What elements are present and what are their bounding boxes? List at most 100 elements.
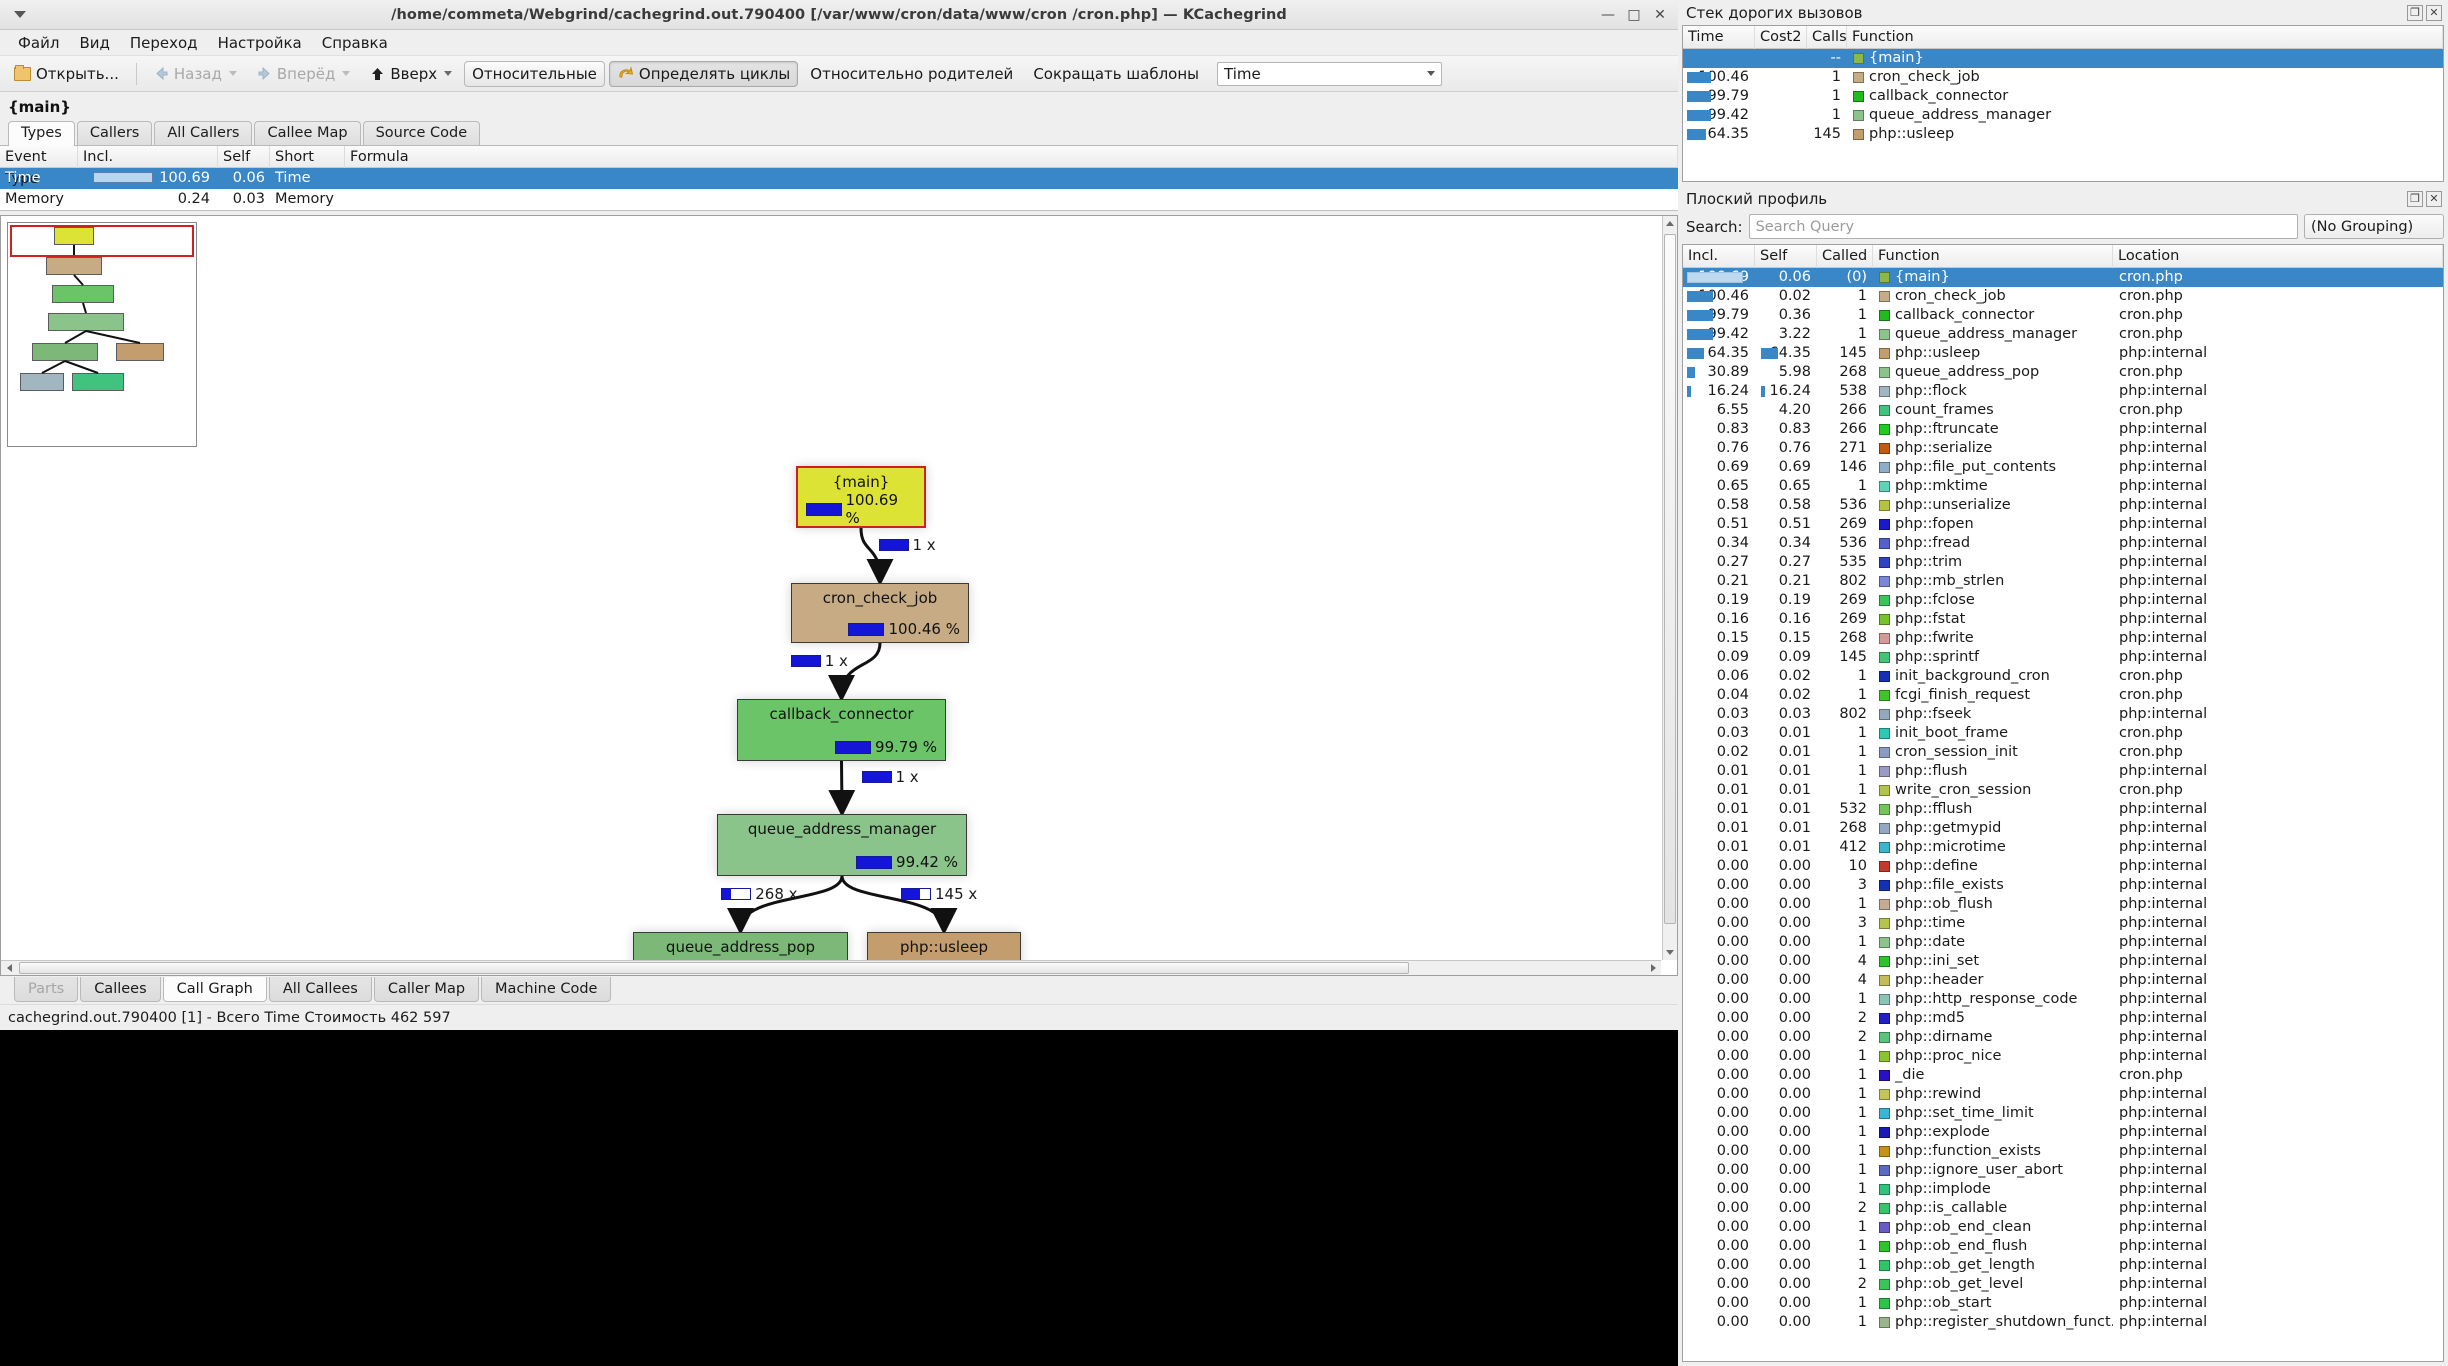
call-stack-row[interactable]: 99.79 1 callback_connector xyxy=(1683,87,2443,106)
horizontal-scroll-thumb[interactable] xyxy=(19,962,1409,974)
graph-overview-panel[interactable] xyxy=(7,222,197,447)
back-button[interactable]: Назад xyxy=(146,61,245,87)
flat-profile-row[interactable]: 0.16 0.16 269 php::fstat php:internal xyxy=(1683,610,2443,629)
open-button[interactable]: Открыть... xyxy=(6,61,127,87)
flat-profile-row[interactable]: 0.00 0.00 2 php::ob_get_level php:internal xyxy=(1683,1275,2443,1294)
flat-profile-row[interactable]: 0.19 0.19 269 php::fclose php:internal xyxy=(1683,591,2443,610)
scroll-up-icon[interactable] xyxy=(1666,221,1674,226)
close-icon[interactable]: ✕ xyxy=(2426,190,2442,207)
col-self[interactable]: Self xyxy=(1755,245,1817,268)
tab-all-callees[interactable]: All Callees xyxy=(268,977,372,1002)
col-called[interactable]: Called xyxy=(1817,245,1873,268)
flat-profile-row[interactable]: 0.00 0.00 1 php::implode php:internal xyxy=(1683,1180,2443,1199)
col-function[interactable]: Function xyxy=(1847,26,2443,49)
maximize-button[interactable]: □ xyxy=(1622,4,1646,26)
flat-profile-row[interactable]: 0.00 0.00 1 php::register_shutdown_funct...… xyxy=(1683,1313,2443,1332)
graph-node[interactable]: {main} 100.69 % xyxy=(796,466,926,528)
flat-profile-row[interactable]: 0.69 0.69 146 php::file_put_contents php:int… xyxy=(1683,458,2443,477)
flat-profile-row[interactable]: 100.69 0.06 (0) {main} cron.php xyxy=(1683,268,2443,287)
flat-profile-row[interactable]: 16.24 16.24 538 php::flock php:internal xyxy=(1683,382,2443,401)
col-short[interactable]: Short xyxy=(270,145,345,168)
col-self[interactable]: Self xyxy=(218,145,270,168)
overview-viewport-rect[interactable] xyxy=(10,225,194,257)
tab-call-graph[interactable]: Call Graph xyxy=(162,977,267,1002)
table-row[interactable]: Memory 0.24 0.03 Memory xyxy=(0,189,1678,210)
col-cost2[interactable]: Cost2 xyxy=(1755,26,1807,49)
flat-profile-row[interactable]: 0.00 0.00 2 php::dirname php:internal xyxy=(1683,1028,2443,1047)
flat-profile-row[interactable]: 0.21 0.21 802 php::mb_strlen php:internal xyxy=(1683,572,2443,591)
flat-profile-row[interactable]: 0.34 0.34 536 php::fread php:internal xyxy=(1683,534,2443,553)
flat-profile-row[interactable]: 0.06 0.02 1 init_background_cron cron.php xyxy=(1683,667,2443,686)
col-incl[interactable]: Incl. xyxy=(78,145,218,168)
tab-callee-map[interactable]: Callee Map xyxy=(254,121,361,145)
flat-profile-row[interactable]: 0.00 0.00 1 _die cron.php xyxy=(1683,1066,2443,1085)
flat-profile-row[interactable]: 0.00 0.00 4 php::header php:internal xyxy=(1683,971,2443,990)
float-icon[interactable]: ❐ xyxy=(2407,190,2423,207)
scroll-left-icon[interactable] xyxy=(6,964,12,972)
menu-view[interactable]: Вид xyxy=(69,32,119,54)
col-location[interactable]: Location xyxy=(2113,245,2443,268)
flat-profile-row[interactable]: 6.55 4.20 266 count_frames cron.php xyxy=(1683,401,2443,420)
flat-profile-row[interactable]: 0.00 0.00 1 php::ignore_user_abort php:inter… xyxy=(1683,1161,2443,1180)
relative-costs-button[interactable]: Относительные xyxy=(464,60,605,87)
call-graph-view[interactable]: {main} 100.69 % cron_check_job 100.46 % call… xyxy=(0,215,1678,976)
col-function[interactable]: Function xyxy=(1873,245,2113,268)
graph-node[interactable]: cron_check_job 100.46 % xyxy=(791,583,969,643)
flat-profile-row[interactable]: 0.00 0.00 3 php::file_exists php:internal xyxy=(1683,876,2443,895)
scroll-down-icon[interactable] xyxy=(1666,950,1674,955)
flat-profile-row[interactable]: 0.02 0.01 1 cron_session_init cron.php xyxy=(1683,743,2443,762)
flat-profile-row[interactable]: 0.03 0.03 802 php::fseek php:internal xyxy=(1683,705,2443,724)
search-input[interactable]: Search Query xyxy=(1748,214,2298,239)
call-stack-row[interactable]: 99.42 1 queue_address_manager xyxy=(1683,106,2443,125)
flat-profile-row[interactable]: 0.00 0.00 4 php::ini_set php:internal xyxy=(1683,952,2443,971)
tab-source-code[interactable]: Source Code xyxy=(362,121,481,145)
tab-parts[interactable]: Parts xyxy=(14,977,79,1002)
flat-profile-row[interactable]: 0.00 0.00 1 php::rewind php:internal xyxy=(1683,1085,2443,1104)
flat-profile-row[interactable]: 0.00 0.00 1 php::date php:internal xyxy=(1683,933,2443,952)
call-stack-row[interactable]: 100.46 1 cron_check_job xyxy=(1683,68,2443,87)
flat-profile-row[interactable]: 99.79 0.36 1 callback_connector cron.php xyxy=(1683,306,2443,325)
chevron-down-icon[interactable] xyxy=(342,71,351,76)
menu-help[interactable]: Справка xyxy=(312,32,398,54)
flat-profile-row[interactable]: 0.00 0.00 10 php::define php:internal xyxy=(1683,857,2443,876)
graph-node[interactable]: queue_address_manager 99.42 % xyxy=(717,814,967,876)
flat-profile-row[interactable]: 0.76 0.76 271 php::serialize php:internal xyxy=(1683,439,2443,458)
graph-vertical-scrollbar[interactable] xyxy=(1662,216,1677,960)
menu-settings[interactable]: Настройка xyxy=(208,32,312,54)
flat-profile-row[interactable]: 0.00 0.00 1 php::ob_get_length php:internal xyxy=(1683,1256,2443,1275)
flat-profile-row[interactable]: 0.01 0.01 268 php::getmypid php:internal xyxy=(1683,819,2443,838)
chevron-down-icon[interactable] xyxy=(444,71,453,76)
flat-profile-row[interactable]: 0.15 0.15 268 php::fwrite php:internal xyxy=(1683,629,2443,648)
tab-machine-code[interactable]: Machine Code xyxy=(481,977,612,1002)
flat-profile-row[interactable]: 0.00 0.00 1 php::http_response_code php:inte… xyxy=(1683,990,2443,1009)
col-time[interactable]: Time xyxy=(1683,26,1755,49)
flat-profile-row[interactable]: 0.01 0.01 1 php::flush php:internal xyxy=(1683,762,2443,781)
tab-types[interactable]: Types xyxy=(8,121,75,146)
detect-cycles-button[interactable]: Определять циклы xyxy=(608,60,799,87)
tab-caller-map[interactable]: Caller Map xyxy=(373,977,480,1002)
flat-profile-row[interactable]: 0.04 0.02 1 fcgi_finish_request cron.php xyxy=(1683,686,2443,705)
graph-node[interactable]: callback_connector 99.79 % xyxy=(737,699,946,761)
close-button[interactable]: ✕ xyxy=(1648,4,1672,26)
flat-profile-row[interactable]: 0.00 0.00 1 php::ob_end_clean php:internal xyxy=(1683,1218,2443,1237)
call-stack-list[interactable]: Time Cost2 Calls Function -- {main} 100.46… xyxy=(1682,25,2444,182)
flat-profile-row[interactable]: 99.42 3.22 1 queue_address_manager cron.php xyxy=(1683,325,2443,344)
flat-profile-row[interactable]: 0.83 0.83 266 php::ftruncate php:internal xyxy=(1683,420,2443,439)
flat-profile-row[interactable]: 100.46 0.02 1 cron_check_job cron.php xyxy=(1683,287,2443,306)
flat-profile-row[interactable]: 0.00 0.00 1 php::ob_start php:internal xyxy=(1683,1294,2443,1313)
relative-to-parent-button[interactable]: Относительно родителей xyxy=(802,61,1021,87)
col-incl[interactable]: Incl. xyxy=(1683,245,1755,268)
flat-profile-row[interactable]: 0.01 0.01 532 php::fflush php:internal xyxy=(1683,800,2443,819)
call-stack-row[interactable]: 64.35 145 php::usleep xyxy=(1683,125,2443,144)
flat-profile-row[interactable]: 0.51 0.51 269 php::fopen php:internal xyxy=(1683,515,2443,534)
event-type-combo[interactable]: Time xyxy=(1217,61,1442,86)
col-formula[interactable]: Formula xyxy=(345,145,1678,168)
vertical-scroll-thumb[interactable] xyxy=(1664,234,1676,924)
flat-profile-row[interactable]: 0.03 0.01 1 init_boot_frame cron.php xyxy=(1683,724,2443,743)
tab-callees[interactable]: Callees xyxy=(80,977,161,1002)
float-icon[interactable]: ❐ xyxy=(2407,4,2423,21)
flat-profile-row[interactable]: 0.00 0.00 1 php::proc_nice php:internal xyxy=(1683,1047,2443,1066)
flat-profile-row[interactable]: 0.00 0.00 1 php::ob_end_flush php:internal xyxy=(1683,1237,2443,1256)
forward-button[interactable]: Вперёд xyxy=(249,61,358,87)
flat-profile-row[interactable]: 0.00 0.00 3 php::time php:internal xyxy=(1683,914,2443,933)
